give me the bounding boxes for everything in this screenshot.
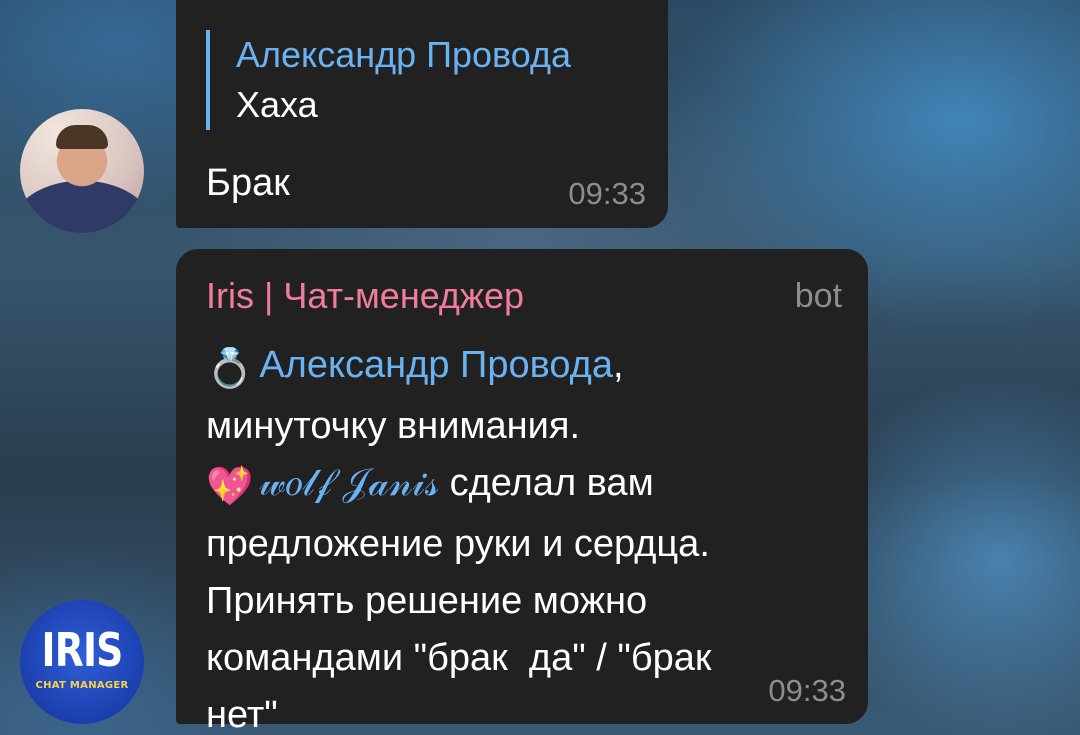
ring-icon: 💍 [206, 348, 254, 390]
iris-logo-text: IRIS [41, 623, 123, 677]
iris-bot-avatar[interactable]: IRIS CHAT MANAGER [20, 600, 144, 724]
sparkling-heart-icon: 💖 [206, 466, 254, 508]
bot-message-text: 💍 Александр Провода, минуточку внимания. … [206, 337, 846, 735]
message-line-1: 💍 Александр Провода, [206, 337, 846, 398]
user-mention-link[interactable]: Александр Провода [259, 344, 613, 386]
reply-text: Хаха [236, 84, 318, 125]
avatar-hair-shape [56, 125, 108, 149]
bot-badge: bot [794, 277, 842, 315]
reply-preview[interactable]: Александр Провода Хаха [206, 30, 571, 130]
message-line-6: командами "брак да" / "брак [206, 637, 712, 679]
bot-message-bubble[interactable]: Iris | Чат-менеджер bot 💍 Александр Прово… [176, 249, 868, 735]
line1-suffix: , [612, 344, 624, 386]
message-text: Брак [206, 162, 290, 204]
proposer-mention-link[interactable]: 𝓌𝑜𝓁𝒻 𝒥𝒶𝓃𝒾𝓈 [259, 462, 439, 504]
message-time: 09:33 [568, 176, 646, 211]
line3-rest: сделал вам [449, 462, 654, 504]
message-line-4: предложение руки и сердца. [206, 523, 710, 565]
sender-name[interactable]: Iris | Чат-менеджер [206, 271, 524, 321]
chat-background: Александр Провода Хаха Брак 09:33 Iris |… [0, 0, 1080, 735]
message-line-7: нет" [206, 694, 278, 735]
user-avatar[interactable] [20, 109, 144, 233]
message-line-2: минуточку внимания. [206, 405, 581, 447]
message-bubble[interactable]: Александр Провода Хаха Брак 09:33 [176, 0, 668, 228]
reply-author: Александр Провода [236, 34, 572, 75]
message-line-3: 💖 𝓌𝑜𝓁𝒻 𝒥𝒶𝓃𝒾𝓈 сделал вам [206, 455, 846, 516]
iris-logo-subtitle: CHAT MANAGER [35, 680, 129, 691]
message-time: 09:33 [768, 673, 846, 708]
message-line-5: Принять решение можно [206, 580, 648, 622]
